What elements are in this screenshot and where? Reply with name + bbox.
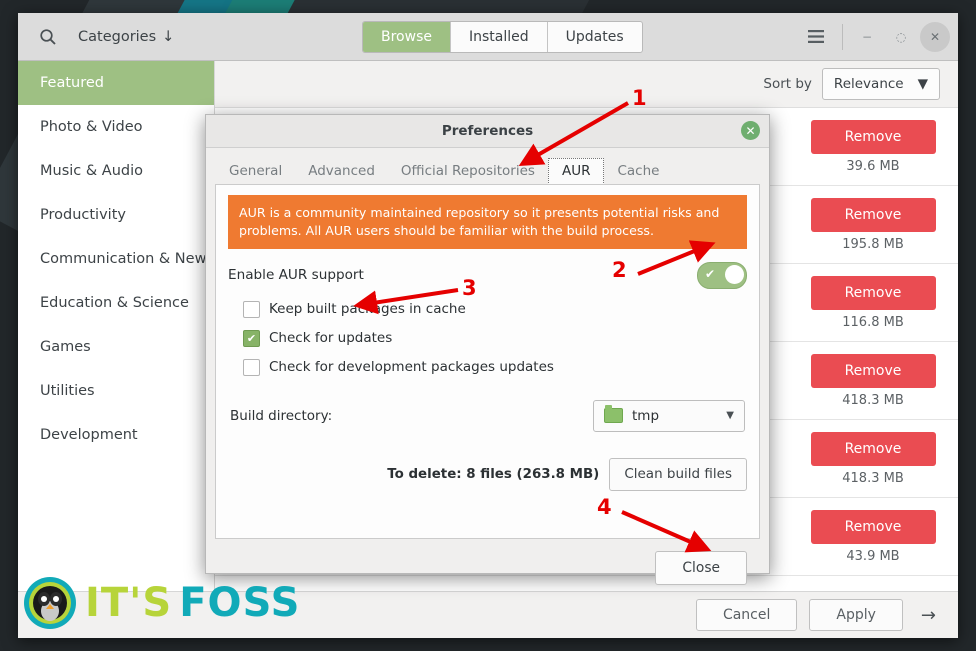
delete-info-row: To delete: 8 files (263.8 MB) Clean buil… <box>228 457 747 491</box>
dialog-tabs: General Advanced Official Repositories A… <box>206 148 769 185</box>
tab-official-repositories[interactable]: Official Repositories <box>388 159 548 184</box>
cancel-button[interactable]: Cancel <box>695 599 798 631</box>
package-actions: Remove 195.8 MB <box>788 197 958 252</box>
window-controls: − ◌ ✕ <box>799 13 950 60</box>
enable-aur-label: Enable AUR support <box>228 267 364 284</box>
sidebar-item-photo-video[interactable]: Photo & Video <box>18 105 214 149</box>
preferences-dialog: Preferences ✕ General Advanced Official … <box>205 114 770 585</box>
tab-aur[interactable]: AUR <box>547 158 605 185</box>
aur-settings-panel: AUR is a community maintained repository… <box>215 184 760 539</box>
header-bar: Categories ↓ Browse Installed Updates − … <box>18 13 958 61</box>
checkbox-label: Check for updates <box>269 330 393 347</box>
search-icon <box>40 28 56 45</box>
check-icon: ✔ <box>705 266 716 281</box>
annotation-number-3: 3 <box>462 276 477 300</box>
sidebar-item-music-audio[interactable]: Music & Audio <box>18 149 214 193</box>
watermark-foss: FOSS <box>179 580 301 626</box>
tab-advanced[interactable]: Advanced <box>295 159 388 184</box>
close-button[interactable]: ✕ <box>920 21 950 52</box>
sidebar-item-development[interactable]: Development <box>18 413 214 457</box>
package-size: 39.6 MB <box>846 158 900 174</box>
build-directory-label: Build directory: <box>230 407 333 424</box>
remove-button[interactable]: Remove <box>810 119 936 154</box>
build-directory-value: tmp <box>632 407 660 424</box>
package-size: 195.8 MB <box>842 236 904 252</box>
folder-icon <box>604 405 623 424</box>
package-actions: Remove 418.3 MB <box>788 431 958 486</box>
remove-button[interactable]: Remove <box>810 431 936 466</box>
arrow-down-icon: ↓ <box>162 28 175 45</box>
watermark-its: IT'S <box>85 580 173 626</box>
itsfoss-gear-logo-icon <box>24 577 76 629</box>
tab-updates[interactable]: Updates <box>548 22 642 52</box>
tab-general[interactable]: General <box>216 159 295 184</box>
maximize-button[interactable]: ◌ <box>886 22 916 52</box>
category-sidebar: Featured Photo & Video Music & Audio Pro… <box>18 61 215 592</box>
sidebar-item-education-science[interactable]: Education & Science <box>18 281 214 325</box>
package-size: 418.3 MB <box>842 470 904 486</box>
checkbox-row-keep-built[interactable]: Keep built packages in cache <box>243 300 747 318</box>
arrow-right-icon[interactable]: → <box>915 605 942 626</box>
sort-value: Relevance <box>833 76 904 92</box>
dialog-title-bar: Preferences ✕ <box>206 115 769 148</box>
checkbox-check-updates[interactable]: ✔ <box>243 329 260 347</box>
sidebar-item-utilities[interactable]: Utilities <box>18 369 214 413</box>
sort-bar: Sort by Relevance ▼ <box>215 61 958 108</box>
checkbox-label: Keep built packages in cache <box>269 301 466 318</box>
annotation-number-4: 4 <box>597 495 612 519</box>
build-directory-select[interactable]: tmp ▼ <box>593 399 745 432</box>
package-size: 43.9 MB <box>846 548 900 564</box>
to-delete-label: To delete: 8 files (263.8 MB) <box>387 466 600 482</box>
sidebar-item-games[interactable]: Games <box>18 325 214 369</box>
build-directory-row: Build directory: tmp ▼ <box>230 399 745 432</box>
package-actions: Remove 39.6 MB <box>788 119 958 174</box>
dialog-title: Preferences <box>441 123 534 139</box>
package-actions: Remove 116.8 MB <box>788 275 958 330</box>
remove-button[interactable]: Remove <box>810 197 936 232</box>
chevron-down-icon: ▼ <box>917 76 928 92</box>
annotation-number-1: 1 <box>632 86 647 110</box>
annotation-number-2: 2 <box>612 258 627 282</box>
divider <box>842 23 843 50</box>
tab-installed[interactable]: Installed <box>451 22 548 52</box>
sidebar-item-productivity[interactable]: Productivity <box>18 193 214 237</box>
view-tabs: Browse Installed Updates <box>362 21 643 53</box>
enable-aur-row: Enable AUR support ✔ <box>228 261 747 289</box>
checkbox-row-check-updates[interactable]: ✔ Check for updates <box>243 329 747 347</box>
package-size: 116.8 MB <box>842 314 904 330</box>
remove-button[interactable]: Remove <box>810 275 936 310</box>
clean-build-files-button[interactable]: Clean build files <box>609 457 747 491</box>
hamburger-menu-icon[interactable] <box>799 20 833 54</box>
apply-button[interactable]: Apply <box>809 599 903 631</box>
itsfoss-watermark: IT'S FOSS <box>22 575 300 631</box>
tab-cache[interactable]: Cache <box>604 159 672 184</box>
sort-select[interactable]: Relevance ▼ <box>821 68 940 100</box>
checkbox-label: Check for development packages updates <box>269 359 554 376</box>
categories-label: Categories <box>78 28 157 45</box>
sidebar-item-communication-news[interactable]: Communication & News <box>18 237 214 281</box>
tab-browse[interactable]: Browse <box>363 22 451 52</box>
chevron-down-icon: ▼ <box>726 410 734 422</box>
dialog-close-button[interactable]: Close <box>655 551 747 585</box>
search-button[interactable] <box>18 28 78 46</box>
checkbox-dev-updates[interactable] <box>243 358 260 376</box>
remove-button[interactable]: Remove <box>810 509 936 544</box>
package-size: 418.3 MB <box>842 392 904 408</box>
enable-aur-toggle[interactable]: ✔ <box>697 261 747 289</box>
checkbox-keep-built[interactable] <box>243 300 260 318</box>
toggle-knob <box>725 264 744 284</box>
minimize-button[interactable]: − <box>852 22 882 52</box>
aur-warning-banner: AUR is a community maintained repository… <box>228 195 747 249</box>
sidebar-item-featured[interactable]: Featured <box>18 61 214 105</box>
package-actions: Remove 43.9 MB <box>788 509 958 564</box>
sort-by-label: Sort by <box>763 76 812 92</box>
package-actions: Remove 418.3 MB <box>788 353 958 408</box>
remove-button[interactable]: Remove <box>810 353 936 388</box>
categories-dropdown[interactable]: Categories ↓ <box>78 29 174 45</box>
checkbox-row-dev-updates[interactable]: Check for development packages updates <box>243 358 747 376</box>
dialog-close-icon[interactable]: ✕ <box>741 121 760 140</box>
